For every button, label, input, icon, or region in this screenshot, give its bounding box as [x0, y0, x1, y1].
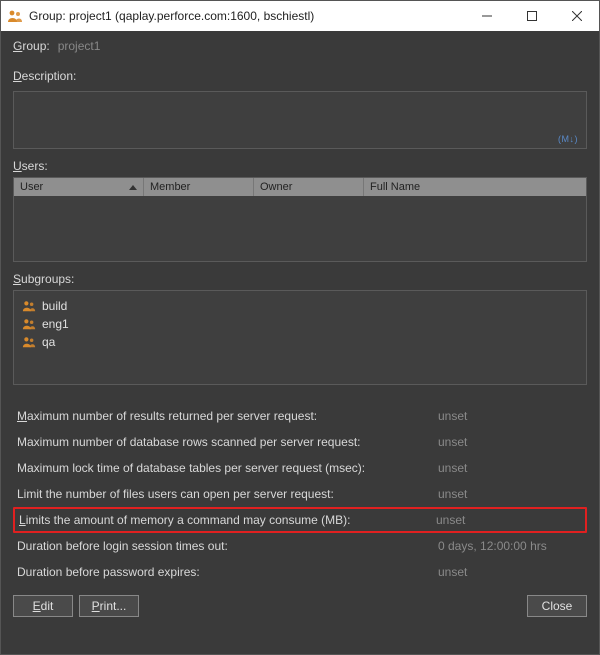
- column-member[interactable]: Member: [144, 178, 254, 196]
- limit-value[interactable]: unset: [428, 435, 583, 449]
- description-textarea[interactable]: (M↓): [13, 91, 587, 149]
- limit-label: Maximum number of database rows scanned …: [17, 435, 428, 449]
- subgroup-name: build: [42, 299, 67, 313]
- subgroup-item[interactable]: eng1: [22, 315, 578, 333]
- description-label-row: Description:: [13, 69, 587, 83]
- print-button[interactable]: Print...: [79, 595, 139, 617]
- limits-section: Maximum number of results returned per s…: [13, 403, 587, 585]
- limit-value[interactable]: unset: [428, 487, 583, 501]
- limit-label: Limits the amount of memory a command ma…: [19, 513, 426, 527]
- button-row: Edit Print... Close: [13, 595, 587, 617]
- close-button[interactable]: Close: [527, 595, 587, 617]
- limit-label: Duration before login session times out:: [17, 539, 428, 553]
- markdown-hint[interactable]: (M↓): [558, 134, 578, 144]
- limit-row: Maximum number of results returned per s…: [13, 403, 587, 429]
- group-row: Group: project1: [13, 39, 587, 53]
- subgroups-label: Subgroups:: [13, 272, 74, 286]
- column-user[interactable]: User: [14, 178, 144, 196]
- limit-label: Limit the number of files users can open…: [17, 487, 428, 501]
- group-icon: [22, 317, 36, 331]
- subgroup-item[interactable]: qa: [22, 333, 578, 351]
- limit-value[interactable]: unset: [428, 461, 583, 475]
- group-value: project1: [58, 39, 101, 53]
- limit-value[interactable]: unset: [428, 409, 583, 423]
- limit-label: Maximum number of results returned per s…: [17, 409, 428, 423]
- titlebar: Group: project1 (qaplay.perforce.com:160…: [1, 1, 599, 31]
- window-title: Group: project1 (qaplay.perforce.com:160…: [29, 9, 464, 23]
- subgroups-label-row: Subgroups:: [13, 272, 587, 286]
- group-icon: [22, 335, 36, 349]
- subgroup-item[interactable]: build: [22, 297, 578, 315]
- group-icon: [22, 299, 36, 313]
- limit-row: Maximum number of database rows scanned …: [13, 429, 587, 455]
- limit-value[interactable]: unset: [426, 513, 581, 527]
- maximize-button[interactable]: [509, 1, 554, 31]
- limit-value[interactable]: 0 days, 12:00:00 hrs: [428, 539, 583, 553]
- users-label-row: Users:: [13, 159, 587, 173]
- column-full-name[interactable]: Full Name: [364, 178, 586, 196]
- minimize-button[interactable]: [464, 1, 509, 31]
- column-owner[interactable]: Owner: [254, 178, 364, 196]
- group-icon: [7, 8, 23, 24]
- edit-button[interactable]: Edit: [13, 595, 73, 617]
- limit-label: Maximum lock time of database tables per…: [17, 461, 428, 475]
- client-area: Group: project1 Description: (M↓) Users:…: [1, 31, 599, 654]
- limit-row: Duration before login session times out:…: [13, 533, 587, 559]
- subgroup-name: qa: [42, 335, 55, 349]
- limit-row: Limits the amount of memory a command ma…: [13, 507, 587, 533]
- group-label: Group:: [13, 39, 50, 53]
- sort-asc-icon: [129, 185, 137, 190]
- limit-row: Maximum lock time of database tables per…: [13, 455, 587, 481]
- subgroup-name: eng1: [42, 317, 69, 331]
- users-table[interactable]: User Member Owner Full Name: [13, 177, 587, 262]
- users-label: Users:: [13, 159, 48, 173]
- close-window-button[interactable]: [554, 1, 599, 31]
- description-label: Description:: [13, 69, 76, 83]
- group-window: Group: project1 (qaplay.perforce.com:160…: [0, 0, 600, 655]
- limit-row: Duration before password expires:unset: [13, 559, 587, 585]
- limit-value[interactable]: unset: [428, 565, 583, 579]
- limit-label: Duration before password expires:: [17, 565, 428, 579]
- users-table-header: User Member Owner Full Name: [14, 178, 586, 196]
- limit-row: Limit the number of files users can open…: [13, 481, 587, 507]
- subgroups-list[interactable]: build eng1 qa: [13, 290, 587, 385]
